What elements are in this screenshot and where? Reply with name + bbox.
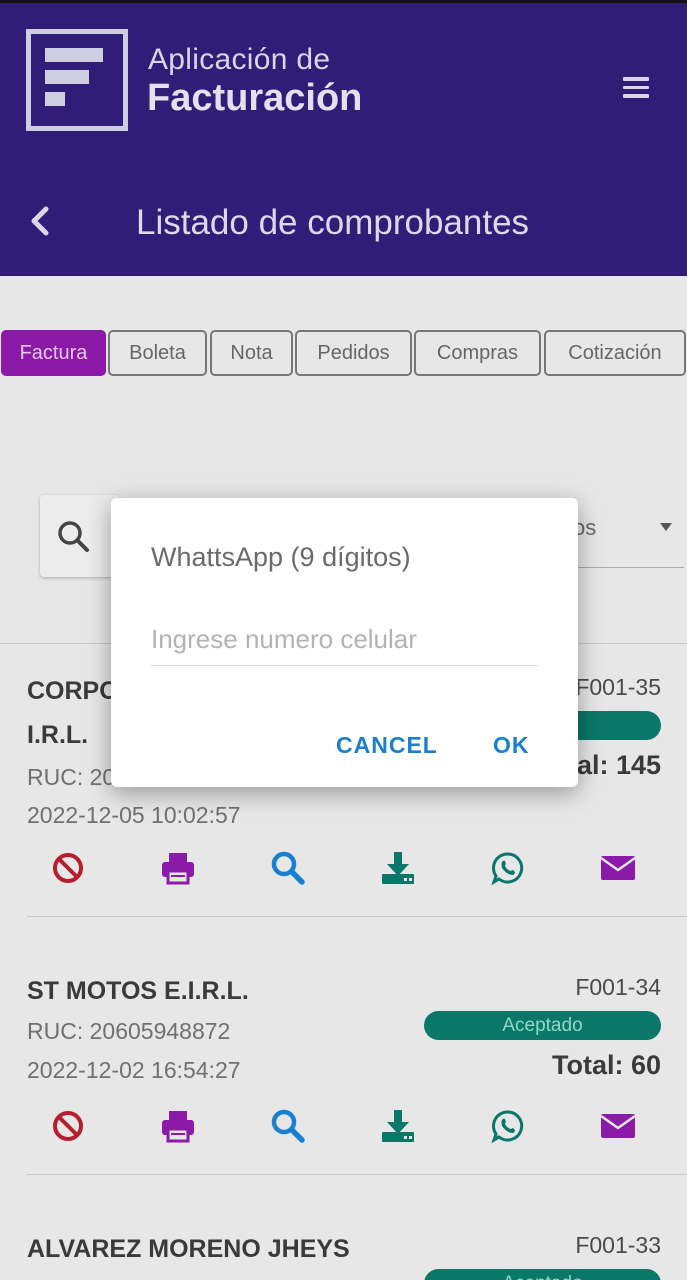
whatsapp-number-dialog: WhattsApp (9 dígitos) CANCEL OK xyxy=(111,498,578,787)
phone-number-input[interactable] xyxy=(151,614,538,666)
cancel-button[interactable]: CANCEL xyxy=(336,732,438,759)
ok-button[interactable]: OK xyxy=(493,732,530,759)
dialog-title: WhattsApp (9 dígitos) xyxy=(151,542,411,572)
